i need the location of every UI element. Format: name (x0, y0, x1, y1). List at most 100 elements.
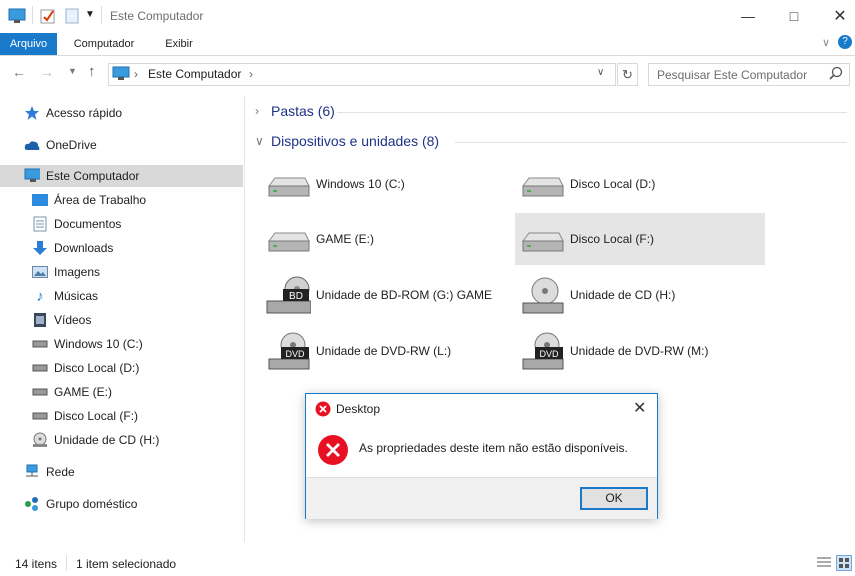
drive-name: GAME (E:) (316, 232, 375, 246)
expand-ribbon-icon[interactable]: ∨ (822, 36, 830, 49)
computer-icon[interactable] (8, 8, 26, 27)
sidebar-item-label: Acesso rápido (46, 106, 123, 120)
dvd-drive-icon: DVD (517, 331, 565, 371)
refresh-icon[interactable]: ↻ (617, 63, 638, 86)
cd-drive-icon (32, 432, 48, 448)
sidebar-item-game-e[interactable]: GAME (E:) (32, 381, 112, 403)
chevron-right-icon: › (134, 67, 138, 81)
sidebar-item-windows-10-c[interactable]: Windows 10 (C:) (32, 333, 143, 355)
maximize-icon[interactable]: □ (771, 0, 817, 32)
sidebar-item-unidade-de-cd-h[interactable]: Unidade de CD (H:) (32, 429, 159, 451)
forward-arrow-icon[interactable]: → (40, 64, 54, 80)
search-box[interactable]: Pesquisar Este Computador (648, 63, 850, 86)
sidebar-item-label: Área de Trabalho (54, 193, 147, 207)
drive-tile[interactable]: Windows 10 (C:) (261, 158, 511, 210)
section-pastas[interactable]: › Pastas (6) (255, 103, 335, 119)
minimize-icon[interactable]: — (725, 0, 771, 32)
sidebar-item-label: OneDrive (46, 138, 97, 152)
separator (66, 555, 67, 571)
drive-tile[interactable]: DVD Unidade de DVD-RW (L:) (261, 325, 511, 377)
sidebar-item-disco-local-d[interactable]: Disco Local (D:) (32, 357, 139, 379)
cloud-icon (24, 137, 40, 153)
sidebar-item-label: Imagens (54, 265, 101, 279)
drive-tile-selected[interactable]: Disco Local (F:) (515, 213, 765, 265)
details-view-icon[interactable] (817, 556, 831, 571)
selection-count: 1 item selecionado (76, 557, 177, 571)
sidebar-item-label: Windows 10 (C:) (54, 337, 143, 351)
drive-icon (32, 336, 48, 352)
drive-badge: BD (289, 291, 303, 302)
help-icon[interactable]: ? (838, 35, 852, 49)
address-bar[interactable]: › Este Computador › ∨ (108, 63, 616, 86)
hard-drive-icon (517, 219, 565, 259)
sidebar-item-acesso-rapido[interactable]: Acesso rápido (24, 102, 122, 124)
tab-computador[interactable]: Computador (60, 33, 148, 55)
sidebar-item-area-de-trabalho[interactable]: Área de Trabalho (32, 189, 146, 211)
computer-icon (24, 168, 40, 184)
sidebar-item-label: Grupo doméstico (46, 497, 138, 511)
sidebar-item-label: Este Computador (46, 169, 140, 183)
section-divider (337, 112, 847, 113)
chevron-down-icon[interactable]: ∨ (597, 67, 604, 78)
sidebar-item-imagens[interactable]: Imagens (32, 261, 100, 283)
tab-arquivo[interactable]: Arquivo (0, 33, 57, 55)
ok-button[interactable]: OK (580, 487, 648, 510)
recent-locations-icon[interactable]: ▼ (68, 66, 77, 76)
drive-icon (32, 360, 48, 376)
drive-tile[interactable]: DVD Unidade de DVD-RW (M:) (515, 325, 765, 377)
sidebar-item-musicas[interactable]: ♪ Músicas (32, 285, 98, 307)
sidebar-item-grupo-domestico[interactable]: Grupo doméstico (24, 493, 137, 515)
drive-name: Disco Local (F:) (570, 232, 655, 246)
status-bar: 14 itens 1 item selecionado (0, 552, 855, 576)
drive-badge: DVD (285, 349, 305, 359)
tiles-view-icon[interactable] (836, 555, 852, 571)
new-folder-icon[interactable] (65, 8, 79, 27)
sidebar-item-documentos[interactable]: Documentos (32, 213, 121, 235)
drive-name: Unidade de DVD-RW (L:) (316, 344, 452, 358)
cd-drive-icon (517, 275, 565, 315)
sidebar-item-label: Downloads (54, 241, 114, 255)
close-icon[interactable]: ✕ (817, 0, 855, 32)
breadcrumb-este-computador[interactable]: Este Computador (148, 67, 241, 81)
drive-tile[interactable]: BD Unidade de BD-ROM (G:) GAME (261, 269, 511, 321)
error-icon (315, 401, 331, 420)
dialog-message: As propriedades deste item não estão dis… (359, 441, 628, 455)
pictures-icon (32, 264, 48, 280)
search-icon[interactable] (829, 66, 843, 83)
tab-exibir[interactable]: Exibir (152, 33, 206, 55)
drive-icon (32, 384, 48, 400)
search-input[interactable]: Pesquisar Este Computador (657, 68, 807, 82)
sidebar-item-label: Disco Local (D:) (54, 361, 140, 375)
back-arrow-icon[interactable]: ← (12, 64, 26, 80)
section-divider (455, 142, 847, 143)
sidebar-item-videos[interactable]: Vídeos (32, 309, 91, 331)
sidebar-item-downloads[interactable]: Downloads (32, 237, 113, 259)
section-dispositivos[interactable]: ∨ Dispositivos e unidades (8) (255, 133, 439, 149)
drive-tile[interactable]: GAME (E:) (261, 213, 511, 265)
error-dialog: Desktop ✕ As propriedades deste item não… (305, 393, 658, 519)
hard-drive-icon (263, 219, 311, 259)
properties-icon[interactable] (40, 8, 56, 27)
drive-name: Windows 10 (C:) (316, 177, 405, 191)
chevron-right-icon[interactable]: › (249, 67, 253, 81)
video-icon (32, 312, 48, 328)
sidebar-item-disco-local-f[interactable]: Disco Local (F:) (32, 405, 138, 427)
up-arrow-icon[interactable]: ↑ (88, 63, 96, 80)
title-bar: ▼ Este Computador — □ ✕ (0, 0, 855, 33)
music-icon: ♪ (36, 287, 44, 305)
drive-name: Unidade de DVD-RW (M:) (570, 344, 709, 358)
close-icon[interactable]: ✕ (633, 398, 646, 418)
sidebar-item-label: Rede (46, 465, 75, 479)
section-title: Dispositivos e unidades (8) (271, 133, 440, 149)
drive-tile[interactable]: Unidade de CD (H:) (515, 269, 765, 321)
sidebar-item-label: Vídeos (54, 313, 92, 327)
sidebar-item-label: Disco Local (F:) (54, 409, 139, 423)
sidebar-item-este-computador[interactable]: Este Computador (0, 165, 243, 187)
sidebar-item-onedrive[interactable]: OneDrive (24, 134, 97, 156)
star-icon (24, 105, 40, 121)
sidebar-item-rede[interactable]: Rede (24, 461, 75, 483)
desktop-icon (32, 192, 48, 208)
customize-toolbar-icon[interactable]: ▼ (85, 9, 95, 20)
drive-tile[interactable]: Disco Local (D:) (515, 158, 765, 210)
sidebar-item-label: Documentos (54, 217, 122, 231)
